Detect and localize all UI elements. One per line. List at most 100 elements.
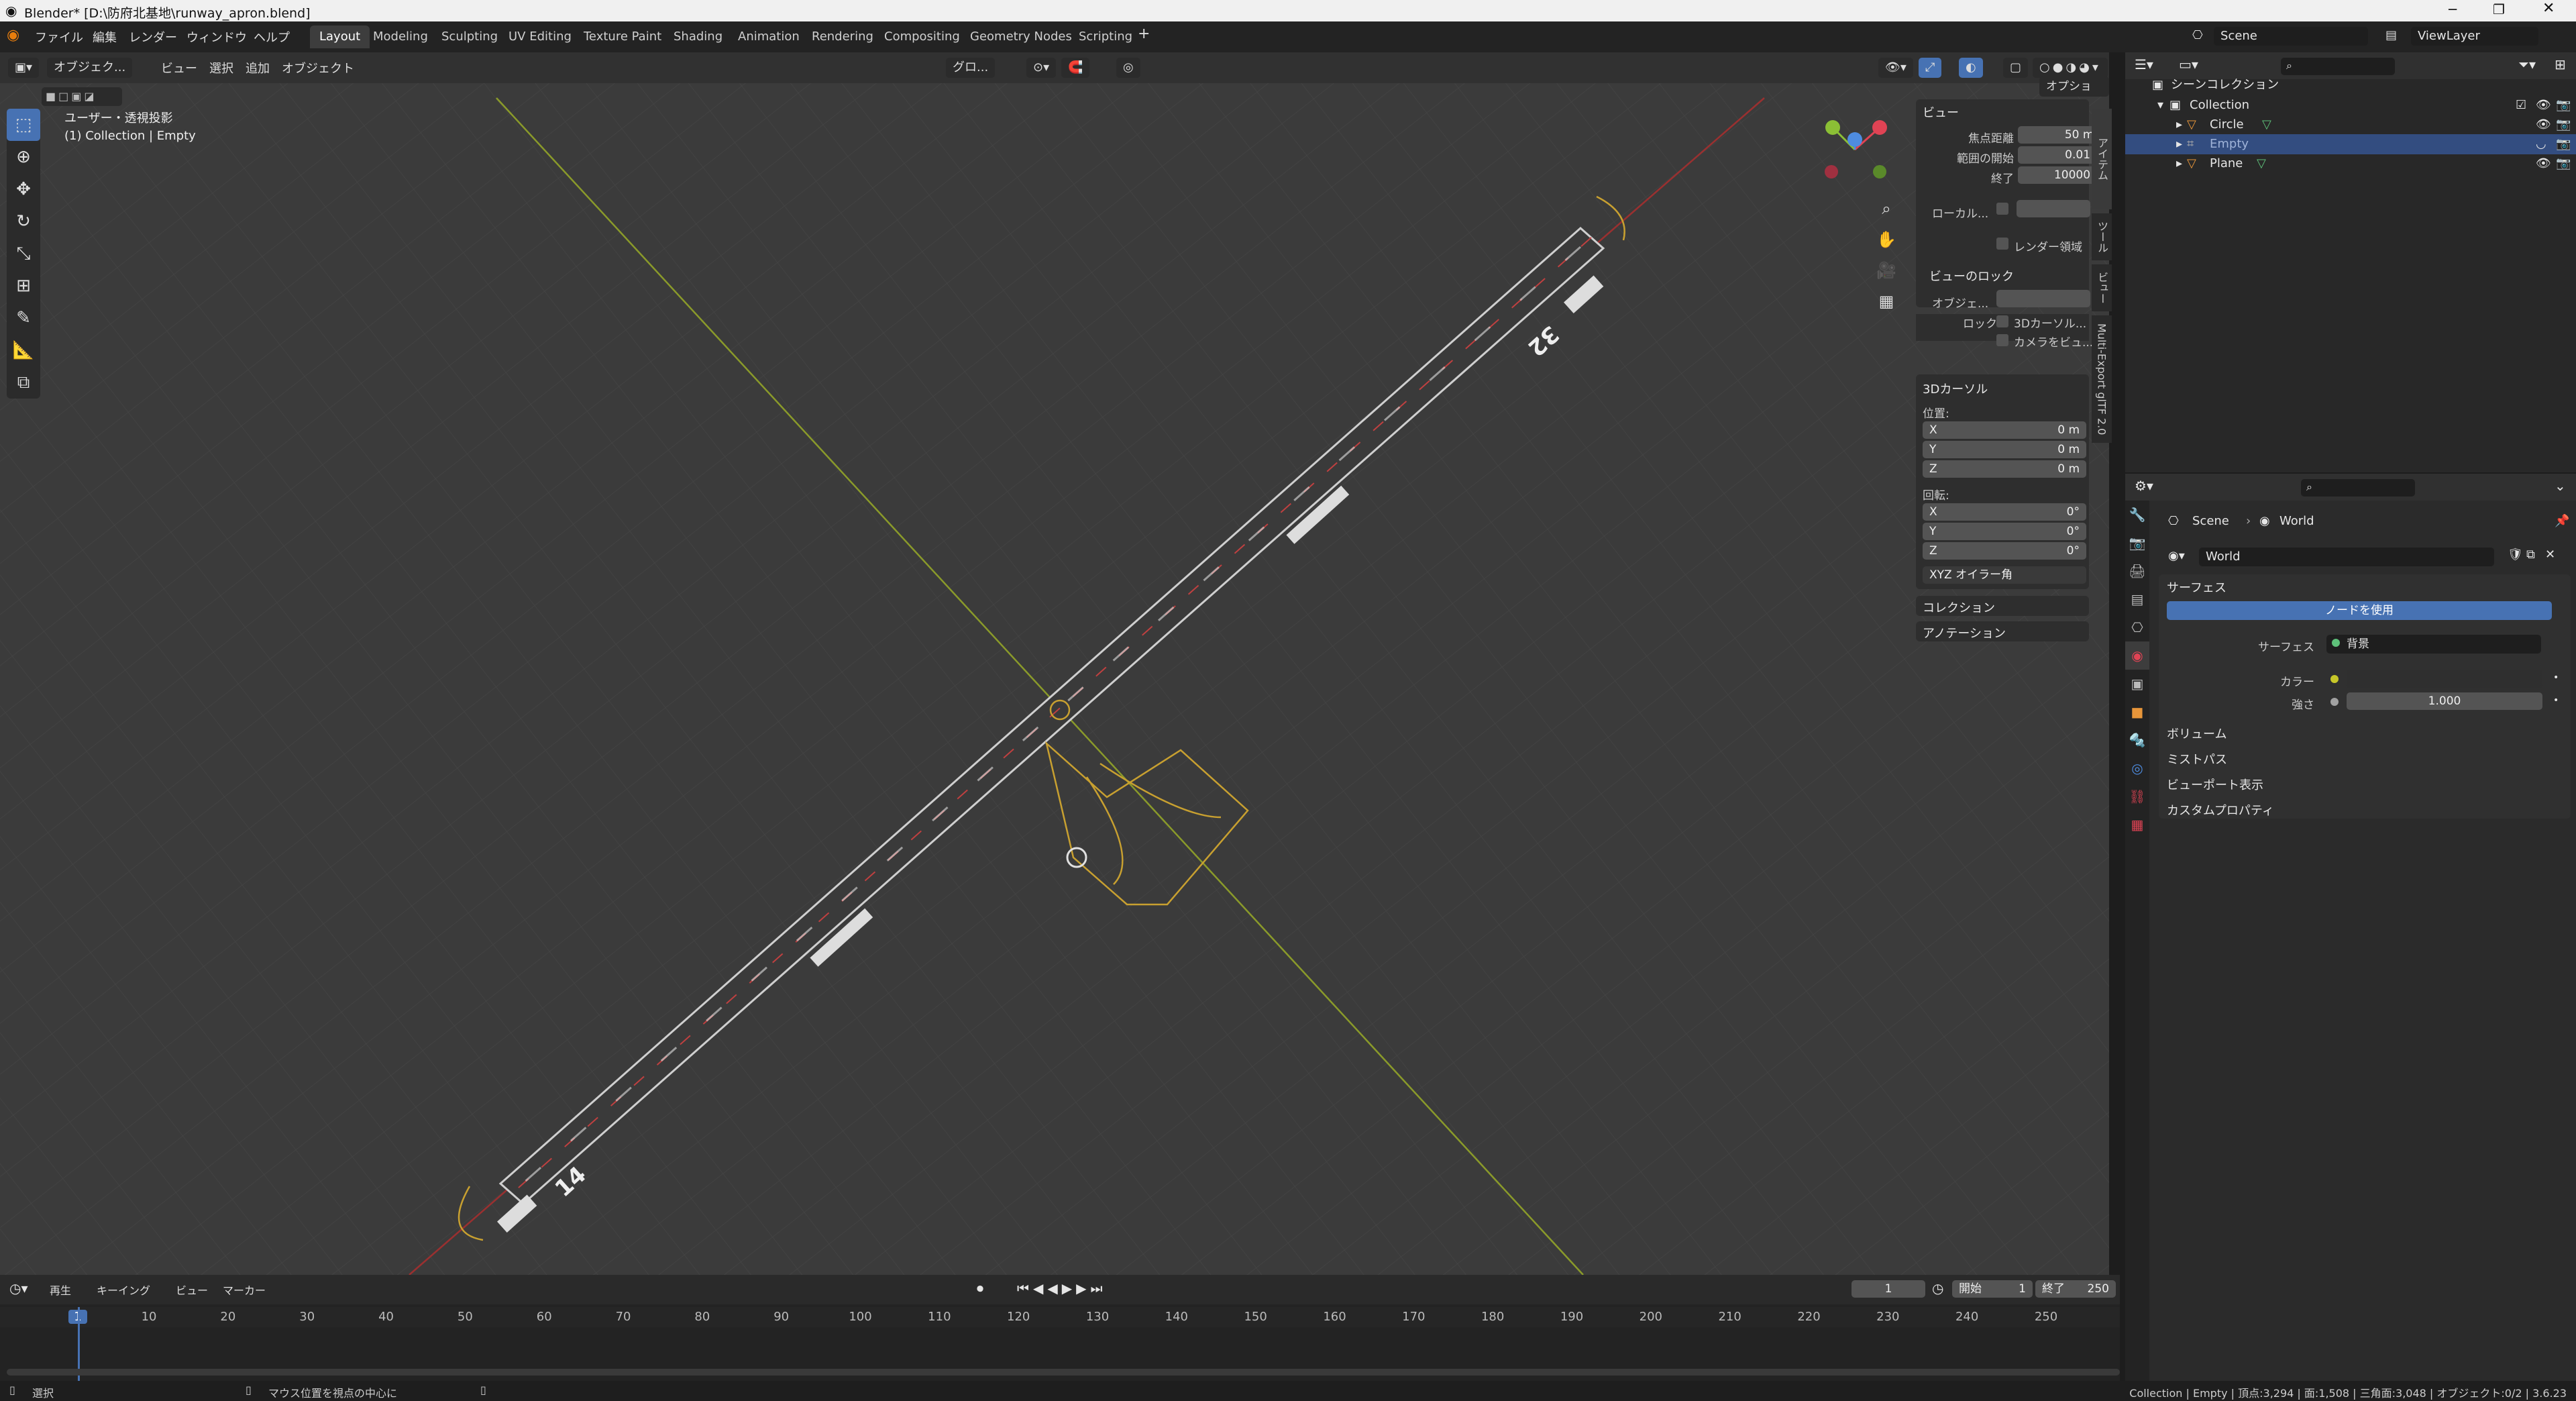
world-tab-icon[interactable]: ◉ xyxy=(2125,641,2149,670)
properties-options-icon[interactable]: ⌄ xyxy=(2555,478,2566,494)
select-box-tool-icon[interactable]: ⬚ xyxy=(7,109,40,141)
viewport-display-panel[interactable]: ビューポート表示 xyxy=(2159,773,2571,793)
add-workspace-icon[interactable]: + xyxy=(1138,25,1150,42)
menu-edit[interactable]: 編集 xyxy=(93,28,117,46)
gizmo-y-icon[interactable] xyxy=(1825,120,1840,135)
collection-panel-header[interactable]: コレクション xyxy=(1923,599,1995,616)
breadcrumb-world[interactable]: World xyxy=(2279,514,2314,528)
select-mode-buttons[interactable]: ■□▣◪ xyxy=(42,87,122,106)
unlink-world-icon[interactable]: ✕ xyxy=(2545,548,2555,562)
preview-range-icon[interactable]: ◷ xyxy=(1932,1280,1943,1296)
plane-mesh-data-icon[interactable]: ▽ xyxy=(2257,154,2266,174)
scene-tab-icon[interactable]: ⎔ xyxy=(2125,613,2149,641)
playback-controls-icon[interactable]: ⏮◀◀▶▶⏭ xyxy=(1017,1280,1107,1296)
view-layer-tab-icon[interactable]: ▤ xyxy=(2125,585,2149,613)
outliner-row-scene-collection[interactable]: ▣ シーンコレクション xyxy=(2125,75,2576,95)
cursor-rot-x[interactable]: X 0° xyxy=(1923,503,2086,521)
tab-item[interactable]: アイテム xyxy=(2092,109,2112,209)
blender-menu-icon[interactable]: ◉ xyxy=(7,27,19,44)
tab-scripting[interactable]: Scripting xyxy=(1069,25,1142,48)
custom-properties-panel[interactable]: カスタムプロパティ xyxy=(2159,798,2571,819)
close-icon[interactable]: ✕ xyxy=(2542,0,2555,17)
menu-render[interactable]: レンダー xyxy=(129,28,177,46)
mist-pass-panel[interactable]: ミストパス xyxy=(2159,747,2571,768)
collection-render-icon[interactable]: 📷 xyxy=(2556,95,2571,115)
viewlayer-selector[interactable]: ViewLayer xyxy=(2411,27,2538,46)
viewlayer-icon[interactable]: ▤ xyxy=(2385,28,2397,42)
display-mode-icon[interactable]: ▭▾ xyxy=(2179,56,2198,72)
tab-geometry-nodes[interactable]: Geometry Nodes xyxy=(961,25,1081,48)
world-datablock-icon[interactable]: ◉▾ xyxy=(2168,549,2185,563)
measure-tool-icon[interactable]: 📐 xyxy=(7,334,40,366)
timeline-scrollbar[interactable] xyxy=(7,1369,2120,1376)
viewport-menu-add[interactable]: 追加 xyxy=(246,59,270,76)
transform-tool-icon[interactable]: ⊞ xyxy=(7,270,40,302)
scene-icon[interactable]: ⎔ xyxy=(2192,28,2203,42)
collection-visibility-icon[interactable]: 👁 xyxy=(2536,95,2551,115)
lock-3dcursor-checkbox[interactable] xyxy=(1996,315,2008,327)
collection-panel[interactable]: コレクション xyxy=(1916,596,2089,616)
local-camera-field[interactable] xyxy=(2017,200,2090,217)
circle-visibility-icon[interactable]: 👁 xyxy=(2536,115,2551,135)
pivot-icon[interactable]: ⊙▾ xyxy=(1026,58,1057,78)
mist-pass-panel-header[interactable]: ミストパス xyxy=(2167,750,2227,768)
3d-cursor-header[interactable]: 3Dカーソル xyxy=(1923,380,1988,397)
tab-sculpting[interactable]: Sculpting xyxy=(432,25,507,48)
empty-expand-icon[interactable]: ▸ xyxy=(2176,134,2182,154)
use-nodes-button[interactable]: ノードを使用 xyxy=(2167,601,2552,620)
editor-type-icon[interactable]: ▣▾ xyxy=(8,58,40,78)
plane-expand-icon[interactable]: ▸ xyxy=(2176,154,2182,174)
circle-expand-icon[interactable]: ▸ xyxy=(2176,115,2182,135)
annotation-panel[interactable]: アノテーション xyxy=(1916,621,2089,641)
timeline-editor-icon[interactable]: ◷▾ xyxy=(9,1280,28,1296)
timeline-menu-keying[interactable]: キーイング xyxy=(97,1282,150,1298)
lock-object-field[interactable] xyxy=(1996,290,2090,307)
collection-checkbox-icon[interactable]: ☑ xyxy=(2516,95,2526,115)
menu-help[interactable]: ヘルプ xyxy=(254,28,290,46)
pan-hand-icon[interactable]: ✋ xyxy=(1874,224,1898,255)
rotation-mode-dropdown[interactable]: XYZ オイラー角 xyxy=(1923,566,2086,584)
lock-camera-checkbox[interactable] xyxy=(1996,334,2008,346)
cursor-rot-y[interactable]: Y 0° xyxy=(1923,523,2086,540)
filter-icon[interactable]: ⏷▾ xyxy=(2518,56,2536,72)
menu-window[interactable]: ウィンドウ xyxy=(186,28,247,46)
proportional-edit-icon[interactable]: ◎ xyxy=(1116,58,1140,78)
tab-animation[interactable]: Animation xyxy=(729,25,809,48)
current-frame-field[interactable]: 1 xyxy=(1851,1280,1925,1298)
mode-selector[interactable]: オブジェク... xyxy=(47,58,133,78)
scene-selector[interactable]: Scene xyxy=(2214,27,2368,46)
menu-file[interactable]: ファイル xyxy=(35,28,83,46)
fake-user-icon[interactable]: 🛡 xyxy=(2508,548,2523,562)
gizmo-x-icon[interactable] xyxy=(1872,120,1887,135)
tab-layout[interactable]: Layout xyxy=(310,25,370,48)
plane-render-icon[interactable]: 📷 xyxy=(2556,154,2571,174)
color-keyframe-icon[interactable]: • xyxy=(2553,672,2559,683)
volume-panel[interactable]: ボリューム xyxy=(2159,722,2571,742)
breadcrumb-scene[interactable]: Scene xyxy=(2192,514,2229,528)
cursor-rot-z[interactable]: Z 0° xyxy=(1923,542,2086,560)
circle-render-icon[interactable]: 📷 xyxy=(2556,115,2571,135)
outliner-row-empty[interactable]: ▸ ⌗ Empty ◡ 📷 xyxy=(2125,134,2576,154)
cursor-loc-z[interactable]: Z0 m xyxy=(1923,460,2086,478)
annotation-panel-header[interactable]: アノテーション xyxy=(1923,624,2006,641)
strength-keyframe-icon[interactable]: • xyxy=(2553,695,2559,706)
gizmo-z-icon[interactable] xyxy=(1847,132,1862,147)
surface-shader-field[interactable]: 背景 xyxy=(2326,635,2541,654)
viewport-display-panel-header[interactable]: ビューポート表示 xyxy=(2167,776,2263,793)
minimize-icon[interactable]: ─ xyxy=(2449,1,2457,17)
tab-uv-editing[interactable]: UV Editing xyxy=(499,25,581,48)
start-frame-field[interactable]: 開始 1 xyxy=(1952,1280,2033,1298)
properties-editor-icon[interactable]: ⚙▾ xyxy=(2135,478,2153,494)
cursor-tool-icon[interactable]: ⊕ xyxy=(7,141,40,173)
plane-visibility-icon[interactable]: 👁 xyxy=(2536,154,2551,174)
timeline-menu-playback[interactable]: 再生 xyxy=(50,1282,71,1298)
zoom-icon[interactable]: ⌕ xyxy=(1874,193,1898,224)
tab-texture-paint[interactable]: Texture Paint xyxy=(574,25,671,48)
local-camera-checkbox[interactable] xyxy=(1996,203,2008,215)
visibility-icon[interactable]: 👁▾ xyxy=(1878,58,1913,78)
surface-panel-header[interactable]: サーフェス xyxy=(2167,578,2226,596)
tab-multi-export[interactable]: Multi-Export glTF 2.0 xyxy=(2092,315,2112,443)
physics-tab-icon[interactable]: ◎ xyxy=(2125,754,2149,782)
outliner-search-input[interactable]: ⌕ xyxy=(2281,58,2395,75)
new-collection-icon[interactable]: ⊞ xyxy=(2555,56,2566,72)
